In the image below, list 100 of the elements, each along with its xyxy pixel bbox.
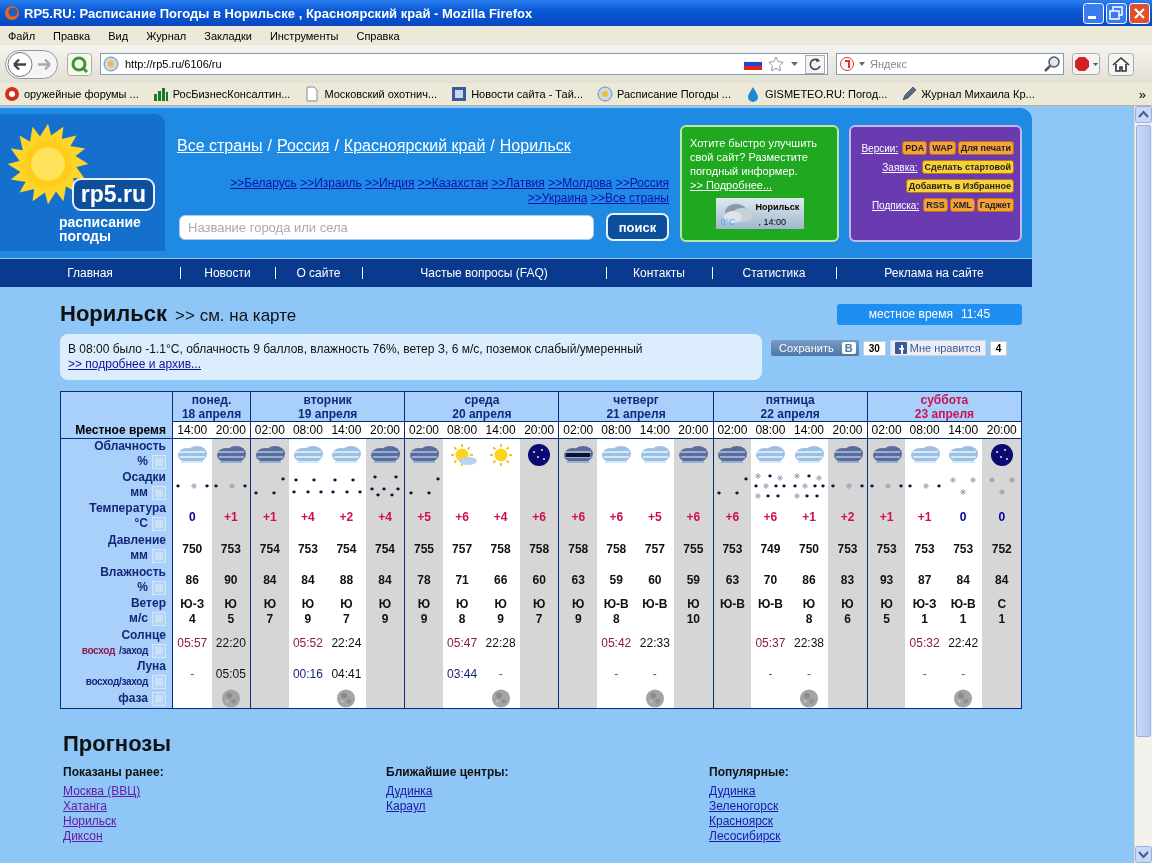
city-link[interactable]: Дудинка	[386, 784, 433, 799]
option-label[interactable]: Подписка:	[871, 199, 920, 211]
option-button[interactable]: Добавить в Избранное	[905, 179, 1014, 193]
bookmark[interactable]: Расписание Погоды ...	[597, 86, 731, 102]
option-button[interactable]: Для печати	[957, 141, 1014, 155]
sunset-time: 22:28	[485, 636, 516, 651]
scroll-down-button[interactable]	[1135, 846, 1152, 863]
city-link[interactable]: Диксон	[63, 829, 103, 844]
dropdown-icon[interactable]	[858, 60, 866, 68]
bookmark[interactable]: РосБизнесКонсалтин...	[152, 86, 291, 102]
save-button[interactable]: Сохранить В	[771, 340, 859, 356]
nav-link[interactable]: О сайте	[296, 266, 341, 280]
menu-item[interactable]: Инструменты	[263, 29, 345, 42]
pressure-value: 753	[837, 541, 858, 557]
menu-item[interactable]: Вид	[102, 29, 135, 42]
dropdown-icon[interactable]	[790, 60, 799, 68]
search-button[interactable]: поиск	[606, 213, 669, 241]
informer-widget[interactable]: Норильск 0°C , 14:00	[715, 198, 804, 229]
moon-time: 04:41	[331, 666, 362, 682]
temperature-value: +6	[532, 509, 546, 525]
breadcrumb-link[interactable]: Красноярский край	[343, 137, 486, 155]
time-label: 20:00	[519, 422, 559, 439]
temperature-value: +1	[879, 509, 894, 525]
magnifier-icon[interactable]	[67, 52, 92, 76]
more-bookmarks-button[interactable]: »	[1138, 86, 1152, 102]
nav-link[interactable]: Реклама на сайте	[884, 266, 984, 280]
city-link[interactable]: Дудинка	[709, 784, 756, 799]
minimize-icon[interactable]	[1083, 2, 1104, 24]
wind-direction: Ю	[880, 597, 893, 612]
wind-direction: Ю	[494, 597, 507, 612]
city-link[interactable]: Караул	[386, 799, 426, 814]
option-button[interactable]: Сделать стартовой	[921, 160, 1014, 174]
nav-link[interactable]: Статистика	[742, 266, 806, 280]
breadcrumb-link[interactable]: Норильск	[499, 137, 571, 155]
breadcrumb-link[interactable]: Россия	[276, 137, 330, 155]
option-label[interactable]: Версии:	[861, 142, 899, 154]
city-link[interactable]: Лесосибирск	[709, 829, 781, 844]
nav-link[interactable]: Новости	[204, 266, 251, 280]
pressure-value: 753	[220, 541, 241, 557]
wind-direction: Ю-В	[719, 597, 745, 612]
temperature-value: +1	[917, 509, 932, 525]
bookmark[interactable]: Журнал Михаила Кр...	[901, 86, 1035, 102]
map-link[interactable]: >> см. на карте	[175, 306, 297, 326]
city-link[interactable]: Зеленогорск	[709, 799, 779, 814]
local-time-value: 11:45	[961, 307, 991, 321]
logo-text[interactable]: rp5.ru	[71, 178, 155, 211]
wind-direction: Ю-В	[757, 597, 783, 612]
facebook-icon	[894, 342, 907, 354]
bookmark[interactable]: оружейные форумы ...	[4, 86, 139, 102]
option-button[interactable]: Гаджет	[976, 198, 1014, 212]
pressure-value: 758	[606, 541, 627, 557]
city-link[interactable]: Хатанга	[63, 799, 107, 814]
row-label: Осадки	[122, 470, 166, 485]
menu-item[interactable]: Справка	[350, 29, 406, 42]
pressure-value: 754	[259, 541, 280, 557]
pressure-value: 750	[182, 541, 203, 557]
humidity-value: 63	[725, 573, 740, 588]
option-button[interactable]: XML	[949, 198, 975, 212]
close-icon[interactable]	[1129, 2, 1150, 24]
wind-speed: 8	[805, 612, 813, 627]
bookmark[interactable]: Новости сайта - Тай...	[451, 86, 583, 102]
menu-item[interactable]: Файл	[2, 29, 42, 42]
star-icon[interactable]	[768, 56, 784, 72]
nav-link[interactable]: Частые вопросы (FAQ)	[420, 266, 548, 280]
wind-speed: 8	[458, 612, 466, 627]
option-button[interactable]: PDA	[902, 141, 928, 155]
wind-direction: Ю	[417, 597, 431, 612]
menu-item[interactable]: Правка	[47, 29, 97, 42]
search-icon[interactable]	[1044, 56, 1060, 72]
share-count: 30	[862, 340, 886, 356]
city-link[interactable]: Красноярск	[709, 814, 774, 829]
scroll-up-button[interactable]	[1135, 106, 1152, 123]
time-label: 08:00	[288, 422, 328, 439]
wind-speed: 6	[844, 612, 851, 627]
bookmark[interactable]: GISMETEO.RU: Погод...	[744, 86, 888, 102]
humidity-value: 84	[378, 573, 392, 588]
city-link[interactable]: Норильск	[63, 814, 117, 829]
option-button[interactable]: RSS	[923, 198, 948, 212]
home-icon[interactable]	[1108, 52, 1134, 76]
option-button[interactable]: WAP	[929, 141, 956, 155]
time-label: 08:00	[905, 422, 944, 439]
sunset-time: 22:24	[331, 636, 362, 651]
nav-link[interactable]: Главная	[67, 266, 113, 280]
menu-item[interactable]: Закладки	[198, 29, 258, 42]
scrollbar-thumb[interactable]	[1136, 125, 1151, 737]
restore-icon[interactable]	[1106, 2, 1127, 24]
bookmark[interactable]: Московский охотнич...	[304, 86, 438, 102]
search-engine-icon[interactable]	[840, 57, 854, 71]
reload-icon[interactable]	[805, 54, 825, 74]
like-button[interactable]: Мне нравится	[889, 340, 986, 356]
adblock-icon[interactable]	[1072, 53, 1100, 75]
back-forward-icon[interactable]	[5, 47, 59, 81]
city-link[interactable]: Москва (ВВЦ)	[63, 784, 141, 799]
nav-link[interactable]: Контакты	[633, 266, 685, 280]
details-link[interactable]: >> подробнее и архив...	[68, 357, 202, 371]
moon-time: 05:05	[215, 666, 246, 682]
menu-item[interactable]: Журнал	[140, 29, 193, 42]
wind-speed: 7	[535, 612, 543, 627]
option-label[interactable]: Заявка:	[882, 161, 918, 173]
breadcrumb-link[interactable]: Все страны	[177, 137, 263, 155]
